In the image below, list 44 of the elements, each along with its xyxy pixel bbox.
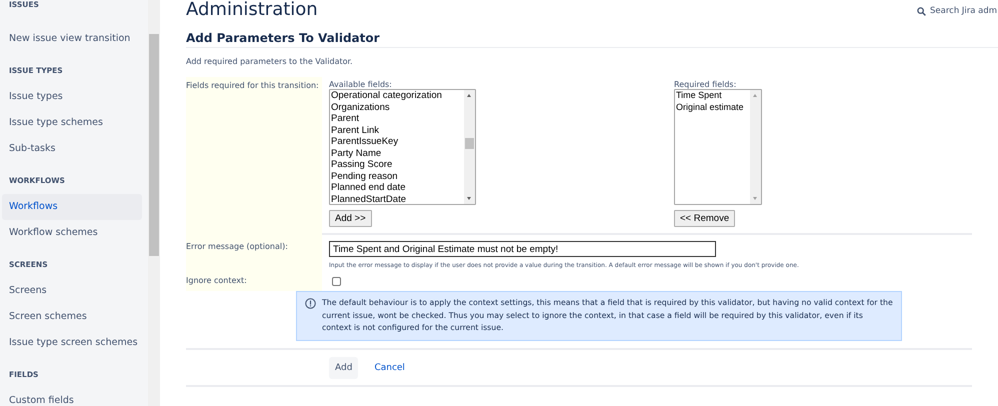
list-option[interactable]: Passing Score — [331, 159, 463, 170]
sidebar-item[interactable]: Custom fields — [2, 388, 142, 406]
input-field[interactable]: Time Spent and Original Estimate must not be empty! — [329, 241, 716, 257]
field-label: Error message (optional): — [186, 242, 288, 251]
list-option[interactable]: Time Spent — [676, 90, 749, 102]
list-option[interactable]: Pending reason — [331, 170, 463, 182]
list-box[interactable]: Operational categorization Organizations Parent Parent Link ParentIssueKey Party Name Passing Score Pending reason Planned end date PlannedStartDate — [329, 89, 476, 205]
sidebar-item[interactable]: Issue types — [2, 84, 142, 110]
list-option[interactable]: Original estimate — [676, 102, 749, 113]
checkbox[interactable] — [332, 277, 341, 286]
search-icon — [917, 6, 926, 16]
field-label: Required fields: — [674, 80, 736, 89]
search-field[interactable]: Search Jira adm — [917, 6, 998, 16]
page-title: Administration — [186, 0, 318, 20]
scrollbar[interactable] — [750, 90, 761, 204]
list-option[interactable]: Party Name — [331, 148, 463, 159]
field-label: Ignore context: — [186, 276, 247, 285]
list-box[interactable]: Time Spent Original estimate — [674, 89, 762, 205]
sidebar-item[interactable]: Sub-tasks — [2, 136, 142, 162]
list-option[interactable]: Organizations — [331, 102, 463, 113]
remove-button[interactable]: << Remove — [674, 210, 736, 227]
list-option[interactable]: Operational categorization — [331, 90, 463, 102]
section-title: Add Parameters To Validator — [186, 31, 998, 48]
list-option[interactable]: Planned end date — [331, 182, 463, 194]
description-text: Add required parameters to the Validator. — [186, 57, 354, 66]
sidebar-item[interactable]: Workflows — [2, 194, 142, 220]
add-button[interactable]: Add — [329, 356, 358, 378]
add-button[interactable]: Add >> — [329, 210, 372, 227]
field-label: Fields required for this transition: — [186, 81, 319, 90]
sidebar-item[interactable]: Screen schemes — [2, 304, 142, 330]
scrollbar[interactable] — [464, 90, 475, 204]
scrollbar[interactable] — [148, 0, 160, 406]
info-icon — [305, 298, 316, 309]
sidebar-item[interactable]: Issue type screen schemes — [2, 330, 142, 356]
sidebar-item[interactable]: Workflow schemes — [2, 220, 142, 246]
list-option[interactable]: PlannedStartDate — [331, 194, 463, 204]
sidebar-item[interactable]: Issue type schemes — [2, 110, 142, 136]
sidebar-item[interactable]: New issue view transition — [2, 26, 142, 52]
cancel-link[interactable]: Cancel — [374, 362, 405, 372]
list-option[interactable]: Parent — [331, 113, 463, 124]
list-option[interactable]: ParentIssueKey — [331, 136, 463, 148]
list-option[interactable]: Parent Link — [331, 124, 463, 136]
sidebar-item[interactable]: Screens — [2, 278, 142, 304]
field-label: Available fields: — [329, 80, 392, 89]
